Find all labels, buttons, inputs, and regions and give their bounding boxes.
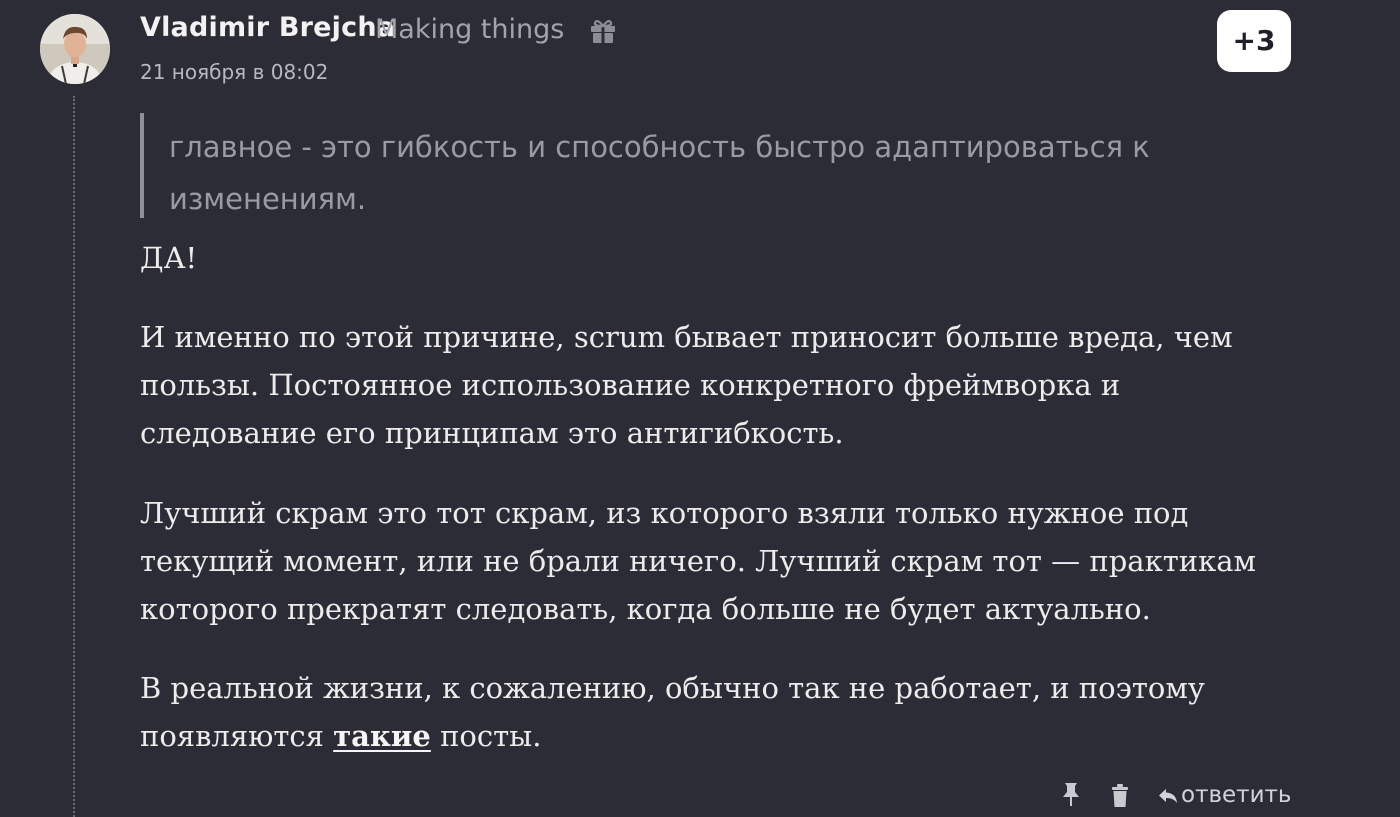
comment-timestamp[interactable]: 21 ноября в 08:02 [140, 60, 328, 84]
author-name[interactable]: Vladimir Brejcha [140, 12, 395, 43]
paragraph-text: посты. [430, 719, 542, 753]
score-badge: +3 [1217, 10, 1291, 72]
reply-arrow-icon [1158, 782, 1181, 808]
reply-button[interactable]: ответить [1158, 778, 1293, 812]
thread-line [73, 96, 75, 817]
author-tagline: Making things [375, 14, 565, 45]
comment-paragraph: Лучший скрам это тот скрам, из которого … [140, 496, 1257, 626]
gift-icon[interactable] [589, 18, 617, 44]
delete-button[interactable] [1109, 778, 1131, 812]
pin-button[interactable] [1060, 778, 1082, 812]
reply-label: ответить [1181, 782, 1292, 808]
comment-paragraph: И именно по этой причине, scrum бывает п… [140, 320, 1233, 450]
quote-block: главное - это гибкость и способность быс… [140, 113, 1220, 218]
paragraph-text: В реальной жизни, к сожалению, обычно та… [140, 671, 1205, 753]
avatar[interactable] [40, 14, 110, 84]
comment-paragraph: ДА! [140, 241, 198, 275]
trash-icon [1109, 784, 1131, 815]
comment-paragraph: В реальной жизни, к сожалению, обычно та… [140, 664, 1290, 760]
pin-icon [1060, 783, 1082, 814]
inline-link[interactable]: такие [333, 719, 431, 753]
